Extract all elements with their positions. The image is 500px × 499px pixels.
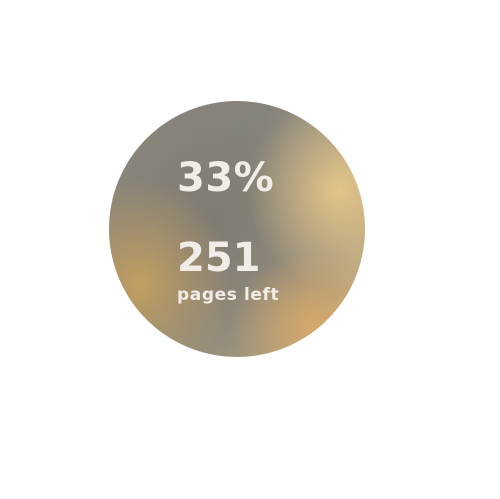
progress-percent: 33% [177, 155, 275, 201]
stage: 33% 251 pages left [0, 0, 500, 499]
pages-left-count: 251 [177, 235, 261, 281]
reading-progress-widget: 33% 251 pages left [109, 101, 365, 357]
pages-left-label: pages left [177, 285, 280, 305]
